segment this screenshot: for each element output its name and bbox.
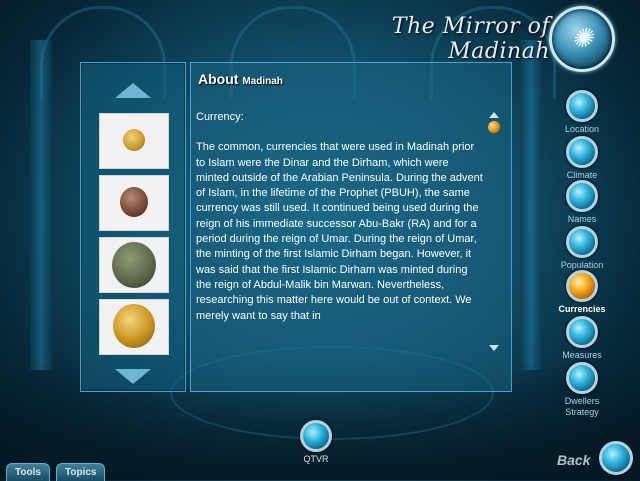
article-topic: Currency: [196, 111, 244, 123]
gold-coin-icon [113, 304, 155, 348]
nav-label: Location [564, 124, 600, 134]
nav-label: Measures [562, 350, 602, 360]
section-heading-label: About [198, 71, 239, 87]
nav-item-names[interactable]: Names [552, 180, 612, 225]
qtvr-label: QTVR [303, 454, 329, 464]
background-column [520, 40, 542, 370]
thumbnail-gold-dinar-small[interactable] [99, 113, 169, 169]
app-logo: ✺ [549, 6, 615, 72]
orb-icon [566, 136, 598, 168]
thumbnail-copper-coin[interactable] [99, 175, 169, 231]
thumbnail-scroll-down-icon[interactable] [115, 369, 151, 384]
orb-active-icon [566, 270, 598, 302]
text-scroll-down-icon[interactable] [489, 345, 499, 351]
tab-topics[interactable]: Topics [56, 463, 106, 481]
copper-coin-icon [120, 187, 148, 217]
text-scroll-up-icon[interactable] [489, 112, 499, 118]
orb-icon [566, 316, 598, 348]
gold-coin-icon [123, 129, 145, 151]
nav-item-population[interactable]: Population [552, 226, 612, 271]
orb-icon [300, 420, 332, 452]
nav-item-dwellers-strategy[interactable]: Dwellers Strategy [552, 362, 612, 418]
back-orb-icon[interactable] [599, 441, 633, 475]
app-title: The Mirror of Madinah [391, 14, 550, 64]
orb-icon [566, 362, 598, 394]
orb-icon [566, 226, 598, 258]
article-text[interactable]: Currency: The common, currencies that we… [196, 110, 484, 356]
orb-icon [566, 180, 598, 212]
nav-item-climate[interactable]: Climate [552, 136, 612, 181]
bronze-coin-icon [112, 242, 156, 288]
nav-item-measures[interactable]: Measures [552, 316, 612, 361]
qtvr-button[interactable]: QTVR [296, 420, 336, 465]
background-column [30, 40, 52, 370]
nav-label: Currencies [558, 304, 606, 314]
text-scroll-thumb[interactable] [488, 121, 500, 133]
nav-label: Names [567, 214, 597, 224]
back-button[interactable]: Back [557, 452, 590, 468]
nav-item-location[interactable]: Location [552, 90, 612, 135]
thumbnail-gold-dinar-large[interactable] [99, 299, 169, 355]
thumbnail-panel [80, 62, 186, 392]
tab-tools[interactable]: Tools [6, 463, 50, 481]
nav-label: Dwellers Strategy [564, 396, 600, 417]
logo-emblem-icon: ✺ [571, 24, 593, 54]
thumbnail-bronze-coin[interactable] [99, 237, 169, 293]
section-heading: About Madinah [198, 71, 283, 87]
thumbnail-scroll-up-icon[interactable] [115, 83, 151, 98]
section-subheading: Madinah [242, 76, 283, 87]
nav-item-currencies[interactable]: Currencies [552, 270, 612, 315]
article-body: The common, currencies that were used in… [196, 141, 483, 322]
orb-icon [566, 90, 598, 122]
